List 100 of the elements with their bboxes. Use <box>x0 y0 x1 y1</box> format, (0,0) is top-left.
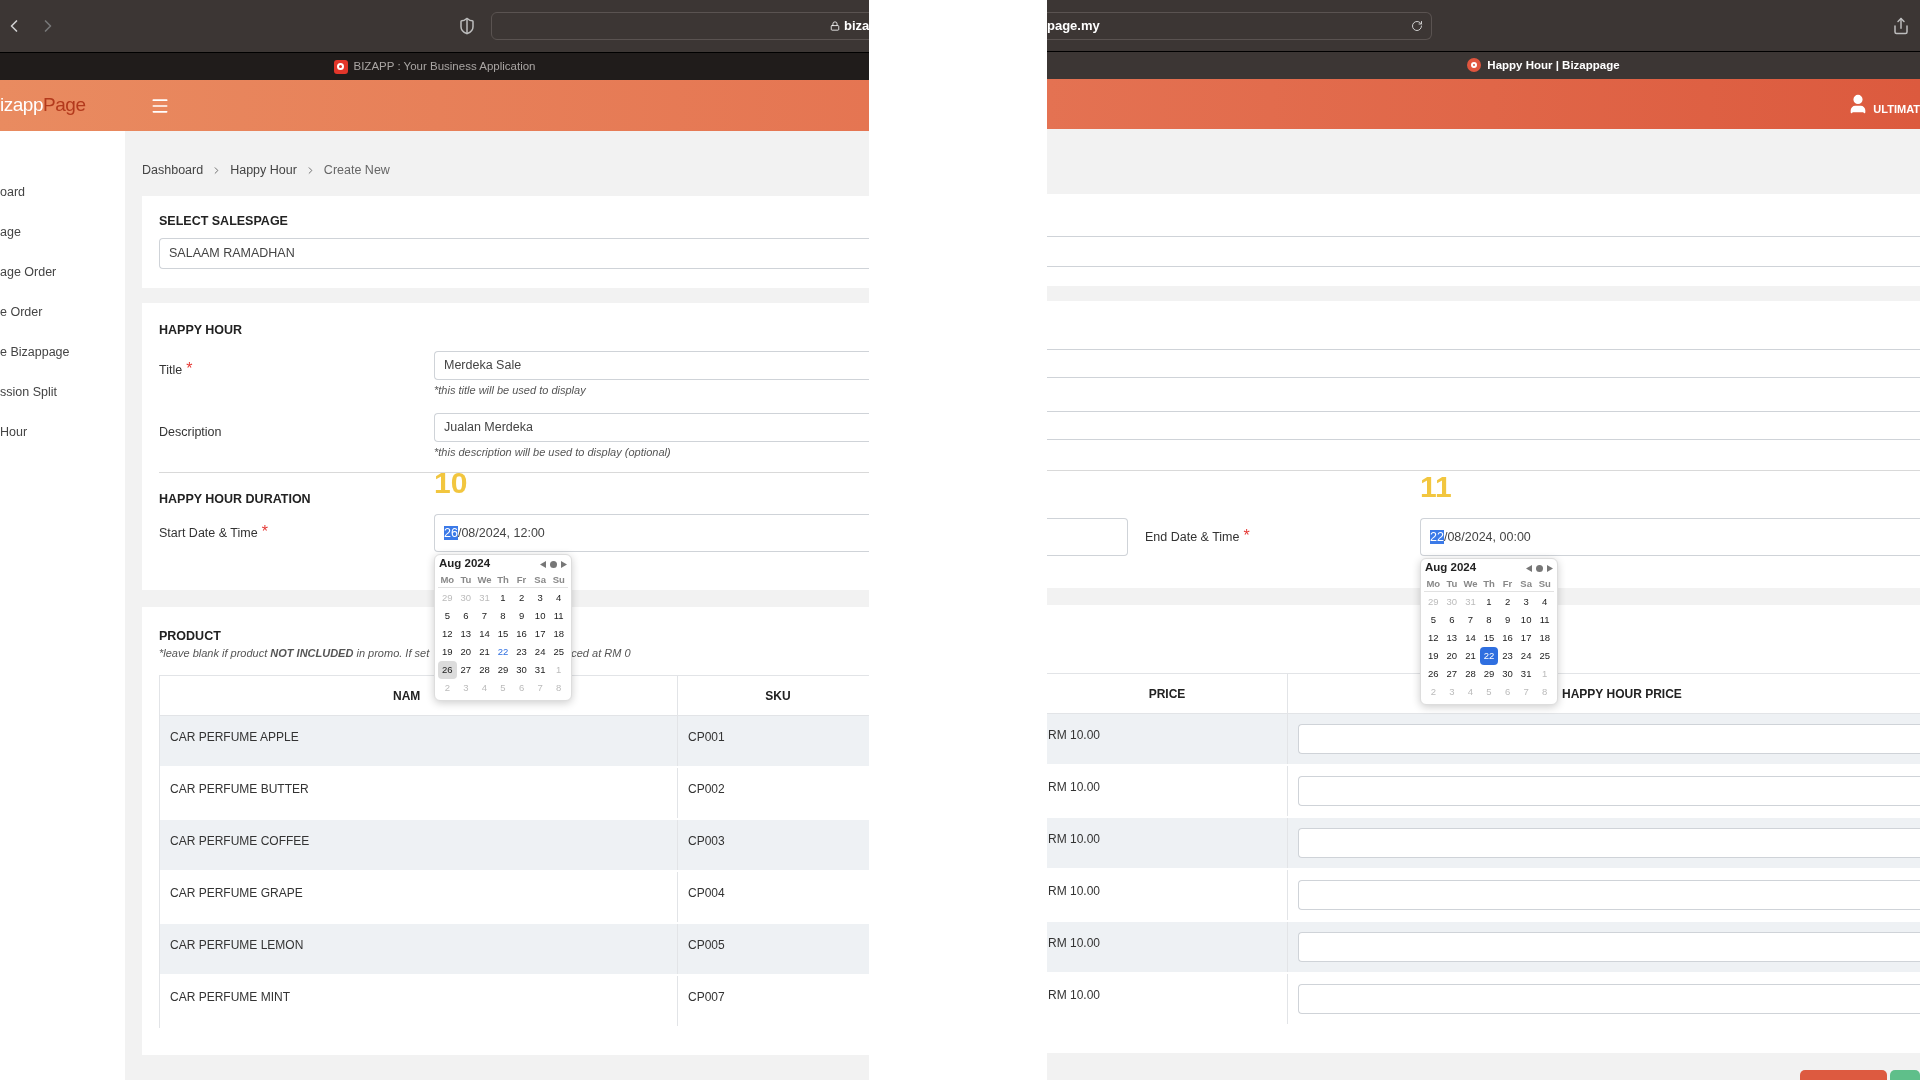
price-input[interactable] <box>1298 984 1920 1014</box>
calendar-day[interactable]: 8 <box>1479 611 1499 629</box>
calendar-day[interactable]: 15 <box>1479 629 1499 647</box>
calendar-day[interactable]: 21 <box>475 643 494 661</box>
calendar-day[interactable]: 25 <box>549 643 568 661</box>
field-label: End Date & Time <box>1145 530 1240 544</box>
previous-month-icon[interactable] <box>540 560 546 568</box>
calendar-day[interactable]: 2 <box>1498 593 1517 611</box>
calendar-day[interactable]: 28 <box>1461 665 1480 683</box>
breadcrumb-link[interactable]: Happy Hour <box>230 160 297 180</box>
calendar-day[interactable]: 6 <box>456 607 476 625</box>
calendar-day[interactable]: 4 <box>1535 593 1554 611</box>
text-field[interactable] <box>1047 349 1920 378</box>
calendar-day[interactable]: 15 <box>493 625 513 643</box>
calendar-day[interactable]: 17 <box>530 625 550 643</box>
calendar-day[interactable]: 26 <box>438 661 457 679</box>
calendar-day[interactable]: 4 <box>549 589 568 607</box>
previous-month-icon[interactable] <box>1526 564 1532 572</box>
calendar-day[interactable]: 22 <box>493 643 513 661</box>
calendar-day[interactable]: 10 <box>530 607 550 625</box>
calendar-day[interactable]: 7 <box>1461 611 1480 629</box>
user-name[interactable]: ULTIMAT <box>1873 100 1920 118</box>
calendar-day[interactable]: 31 <box>530 661 550 679</box>
breadcrumb-link[interactable]: Dashboard <box>142 160 204 180</box>
calendar-day[interactable]: 3 <box>530 589 550 607</box>
calendar-day[interactable]: 22 <box>1479 647 1499 665</box>
calendar-day[interactable]: 30 <box>1498 665 1517 683</box>
address-bar[interactable]: biza <box>491 12 869 40</box>
calendar-day[interactable]: 1 <box>493 589 513 607</box>
calendar-day[interactable]: 14 <box>475 625 494 643</box>
calendar-day[interactable]: 9 <box>512 607 531 625</box>
calendar-day[interactable]: 18 <box>1535 629 1554 647</box>
date-time-field[interactable] <box>1047 518 1128 556</box>
action-button[interactable] <box>1890 1070 1920 1080</box>
calendar-day[interactable]: 23 <box>1498 647 1517 665</box>
calendar-day[interactable]: 12 <box>1424 629 1443 647</box>
browser-tab[interactable]: BIZAPP : Your Business Application <box>0 52 869 80</box>
calendar-day[interactable]: 13 <box>456 625 476 643</box>
calendar-day[interactable]: 7 <box>475 607 494 625</box>
today-dot-icon[interactable] <box>550 560 557 568</box>
calendar-day[interactable]: 19 <box>1424 647 1443 665</box>
calendar-day[interactable]: 21 <box>1461 647 1480 665</box>
calendar-day[interactable]: 19 <box>438 643 457 661</box>
calendar-day[interactable]: 24 <box>1516 647 1536 665</box>
calendar-day[interactable]: 20 <box>1442 647 1462 665</box>
calendar-day[interactable]: 25 <box>1535 647 1554 665</box>
share-icon[interactable] <box>1892 16 1910 35</box>
today-dot-icon[interactable] <box>1536 564 1543 572</box>
price-input[interactable] <box>1298 880 1920 910</box>
calendar-day[interactable]: 11 <box>549 607 568 625</box>
calendar-day[interactable]: 27 <box>456 661 476 679</box>
calendar-day[interactable]: 20 <box>456 643 476 661</box>
salespage-select[interactable] <box>1047 236 1920 267</box>
sidebar-item[interactable]: oard <box>0 172 125 212</box>
calendar-day[interactable]: 2 <box>512 589 531 607</box>
calendar-day[interactable]: 26 <box>1424 665 1443 683</box>
calendar-day[interactable]: 13 <box>1442 629 1462 647</box>
sidebar-item[interactable]: Hour <box>0 412 125 452</box>
calendar-day[interactable]: 6 <box>1442 611 1462 629</box>
price-input[interactable] <box>1298 932 1920 962</box>
next-month-icon[interactable] <box>1547 564 1553 572</box>
sidebar-item[interactable]: e Bizappage <box>0 332 125 372</box>
sidebar-item[interactable]: ssion Split <box>0 372 125 412</box>
reload-icon[interactable] <box>1411 19 1423 32</box>
price-input[interactable] <box>1298 776 1920 806</box>
text-field[interactable]: Jualan Merdeka <box>434 413 869 442</box>
calendar-day[interactable]: 5 <box>438 607 457 625</box>
address-bar[interactable]: page.my <box>1047 11 1432 40</box>
calendar-day[interactable]: 16 <box>512 625 531 643</box>
calendar-day[interactable]: 5 <box>1424 611 1443 629</box>
shield-icon[interactable] <box>458 17 476 35</box>
calendar-day[interactable]: 29 <box>493 661 513 679</box>
calendar-day[interactable]: 29 <box>1479 665 1499 683</box>
calendar-day[interactable]: 31 <box>1516 665 1536 683</box>
calendar-day[interactable]: 11 <box>1535 611 1554 629</box>
salespage-select[interactable]: SALAAM RAMADHAN <box>159 238 869 269</box>
calendar-day[interactable]: 3 <box>1516 593 1536 611</box>
price-input[interactable] <box>1298 828 1920 858</box>
calendar-day[interactable]: 8 <box>493 607 513 625</box>
sidebar-item[interactable]: age Order <box>0 252 125 292</box>
calendar-day[interactable]: 12 <box>438 625 457 643</box>
calendar-day[interactable]: 1 <box>1479 593 1499 611</box>
calendar-day[interactable]: 23 <box>512 643 531 661</box>
calendar-day[interactable]: 24 <box>530 643 550 661</box>
calendar-day[interactable]: 27 <box>1442 665 1462 683</box>
calendar-day[interactable]: 30 <box>512 661 531 679</box>
sidebar-item[interactable]: age <box>0 212 125 252</box>
calendar-day[interactable]: 28 <box>475 661 494 679</box>
text-field[interactable]: Merdeka Sale <box>434 351 869 380</box>
browser-tab[interactable]: Happy Hour | Bizappage <box>1047 51 1920 79</box>
text-field[interactable] <box>1047 411 1920 440</box>
calendar-day[interactable]: 10 <box>1516 611 1536 629</box>
calendar-day[interactable]: 14 <box>1461 629 1480 647</box>
calendar-day[interactable]: 17 <box>1516 629 1536 647</box>
price-input[interactable] <box>1298 724 1920 754</box>
sidebar-item[interactable]: e Order <box>0 292 125 332</box>
calendar-day[interactable]: 9 <box>1498 611 1517 629</box>
next-month-icon[interactable] <box>561 560 567 568</box>
calendar-day[interactable]: 18 <box>549 625 568 643</box>
calendar-day[interactable]: 16 <box>1498 629 1517 647</box>
